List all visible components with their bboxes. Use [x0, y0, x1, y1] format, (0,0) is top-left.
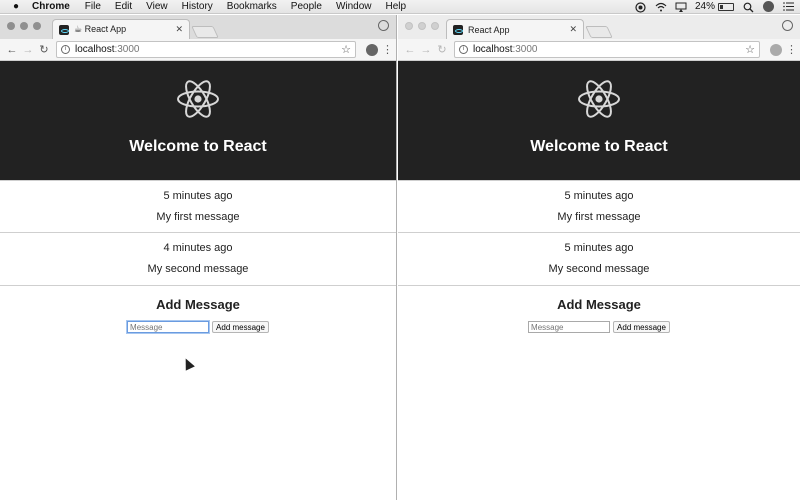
- menu-history[interactable]: History: [175, 1, 220, 12]
- tab-title: React App: [468, 24, 510, 35]
- page-content: Welcome to React 5 minutes ago My first …: [398, 61, 800, 333]
- notification-center-icon[interactable]: [783, 2, 794, 11]
- close-tab-icon[interactable]: ✕: [569, 24, 577, 35]
- message-timestamp: 5 minutes ago: [564, 190, 634, 202]
- tab-bar: React App ✕: [398, 15, 800, 39]
- bookmark-star-icon[interactable]: ☆: [745, 43, 755, 56]
- url-port: :3000: [114, 44, 140, 55]
- new-tab-button[interactable]: [585, 26, 613, 38]
- forward-arrow-icon[interactable]: →: [20, 44, 36, 56]
- message-input[interactable]: [127, 321, 210, 333]
- add-message-row: Add message: [528, 321, 670, 333]
- user-avatar-icon[interactable]: [763, 1, 774, 12]
- menu-bookmarks[interactable]: Bookmarks: [220, 1, 284, 12]
- page-title: Welcome to React: [129, 138, 267, 155]
- macos-menu-bar: ● Chrome File Edit View History Bookmark…: [0, 0, 800, 14]
- app-header: Welcome to React: [0, 61, 396, 180]
- react-favicon-icon: [59, 24, 69, 35]
- profile-icon[interactable]: [782, 20, 793, 31]
- page-content: Welcome to React 5 minutes ago My first …: [0, 61, 396, 333]
- menu-edit[interactable]: Edit: [108, 1, 139, 12]
- zoom-window-button[interactable]: [431, 22, 439, 30]
- window-controls: [405, 22, 444, 30]
- recording-icon[interactable]: [635, 2, 646, 13]
- reload-icon[interactable]: ↻: [434, 43, 450, 56]
- zoom-window-button[interactable]: [33, 22, 41, 30]
- airplay-icon[interactable]: [675, 2, 687, 12]
- reload-icon[interactable]: ↻: [36, 43, 52, 56]
- new-tab-button[interactable]: [191, 26, 219, 38]
- message-input[interactable]: [528, 321, 611, 333]
- apple-menu-icon[interactable]: ●: [6, 1, 26, 12]
- close-window-button[interactable]: [405, 22, 413, 30]
- chrome-menu-icon[interactable]: ⋮: [786, 43, 797, 56]
- back-arrow-icon[interactable]: ←: [4, 44, 20, 56]
- message-timestamp: 5 minutes ago: [163, 190, 233, 202]
- wifi-icon[interactable]: [655, 2, 667, 12]
- message-text: My second message: [147, 263, 249, 275]
- tab-react-app[interactable]: ☕ React App ✕: [52, 19, 190, 39]
- react-logo-icon: [177, 80, 219, 118]
- chrome-menu-icon[interactable]: ⋮: [382, 43, 393, 56]
- menu-view[interactable]: View: [139, 1, 175, 12]
- url-host: localhost: [75, 44, 115, 55]
- add-message-form: Add Message Add message: [0, 286, 396, 333]
- add-message-heading: Add Message: [156, 297, 240, 312]
- back-arrow-icon[interactable]: ←: [402, 44, 418, 56]
- extension-icon[interactable]: [366, 43, 378, 56]
- list-item: 5 minutes ago My first message: [0, 180, 396, 233]
- message-text: My first message: [557, 211, 641, 223]
- menu-help[interactable]: Help: [379, 1, 414, 12]
- add-message-button[interactable]: Add message: [613, 321, 670, 333]
- minimize-window-button[interactable]: [418, 22, 426, 30]
- url-host: localhost: [473, 44, 513, 55]
- message-timestamp: 4 minutes ago: [163, 242, 233, 254]
- url-port: :3000: [512, 44, 538, 55]
- battery-status[interactable]: 24%: [695, 1, 734, 12]
- window-controls: [7, 22, 46, 30]
- forward-arrow-icon[interactable]: →: [418, 44, 434, 56]
- add-message-button[interactable]: Add message: [212, 321, 269, 333]
- add-message-row: Add message: [127, 321, 269, 333]
- add-message-form: Add Message Add message: [398, 286, 800, 333]
- react-favicon-icon: [453, 24, 463, 35]
- site-info-icon[interactable]: i: [61, 45, 70, 54]
- bookmark-star-icon[interactable]: ☆: [341, 43, 351, 56]
- browser-window-right: React App ✕ ← → ↻ i localhost:3000 ☆ ⋮: [398, 15, 800, 500]
- browser-toolbar: ← → ↻ i localhost:3000 ☆ ⋮: [398, 39, 800, 61]
- battery-percent: 24%: [694, 1, 715, 12]
- list-item: 5 minutes ago My first message: [398, 180, 800, 233]
- add-message-heading: Add Message: [557, 297, 641, 312]
- list-item: 4 minutes ago My second message: [0, 233, 396, 286]
- message-text: My first message: [156, 211, 240, 223]
- menu-people[interactable]: People: [284, 1, 329, 12]
- battery-fill: [720, 4, 723, 9]
- browser-window-left: ☕ React App ✕ ← → ↻ i localhost:3000 ☆ ⋮: [0, 15, 397, 500]
- extension-icon[interactable]: [770, 43, 782, 56]
- message-text: My second message: [548, 263, 650, 275]
- address-bar[interactable]: i localhost:3000 ☆: [56, 41, 356, 58]
- address-bar[interactable]: i localhost:3000 ☆: [454, 41, 760, 58]
- menu-app-name[interactable]: Chrome: [26, 1, 78, 12]
- tab-bar: ☕ React App ✕: [0, 15, 396, 39]
- profile-icon[interactable]: [378, 20, 389, 31]
- tab-title: ☕ React App: [74, 24, 127, 34]
- spotlight-search-icon[interactable]: [743, 2, 754, 13]
- app-header: Welcome to React: [398, 61, 800, 180]
- menu-file[interactable]: File: [78, 1, 108, 12]
- list-item: 5 minutes ago My second message: [398, 233, 800, 286]
- menu-window[interactable]: Window: [329, 1, 379, 12]
- browser-toolbar: ← → ↻ i localhost:3000 ☆ ⋮: [0, 39, 396, 61]
- tab-react-app[interactable]: React App ✕: [446, 19, 584, 39]
- page-title: Welcome to React: [530, 138, 668, 155]
- close-window-button[interactable]: [7, 22, 15, 30]
- react-logo-icon: [578, 80, 620, 118]
- battery-icon: [718, 2, 734, 11]
- site-info-icon[interactable]: i: [459, 45, 468, 54]
- message-timestamp: 5 minutes ago: [564, 242, 634, 254]
- minimize-window-button[interactable]: [20, 22, 28, 30]
- close-tab-icon[interactable]: ✕: [175, 24, 183, 35]
